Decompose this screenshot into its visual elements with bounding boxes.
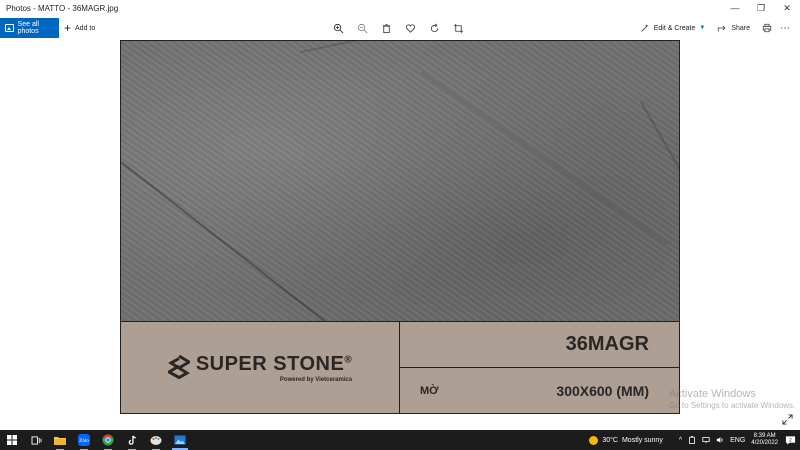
brand-logo-group: SUPER STONE® Powered by Vietceramics bbox=[167, 353, 352, 383]
stone-texture bbox=[121, 41, 679, 323]
sun-icon bbox=[589, 435, 599, 445]
taskbar: Zalo 30°C Mostly sunny ^ ENG 8:39 AM 4/2… bbox=[0, 430, 800, 450]
folder-icon bbox=[54, 437, 66, 445]
expand-button[interactable] bbox=[780, 412, 794, 426]
chevron-down-icon: ▼ bbox=[699, 25, 706, 31]
clock-date: 4/20/2022 bbox=[751, 440, 778, 446]
stone-vein bbox=[300, 41, 497, 53]
share-button[interactable]: Share bbox=[717, 23, 750, 33]
rotate-icon bbox=[430, 23, 439, 32]
product-size: 300X600 (MM) bbox=[556, 383, 649, 399]
crop-icon bbox=[453, 23, 464, 33]
right-tools: Edit & Create ▼ Share bbox=[640, 18, 772, 38]
brand-block: SUPER STONE® Powered by Vietceramics bbox=[121, 322, 400, 413]
zalo-icon: Zalo bbox=[78, 434, 90, 446]
title-bar: Photos - MATTO - 36MAGR.jpg — ❐ ✕ bbox=[0, 0, 800, 16]
share-label: Share bbox=[731, 24, 750, 32]
task-view-icon bbox=[31, 435, 41, 445]
add-to-label: Add to bbox=[75, 24, 96, 32]
notification-icon: 2 bbox=[785, 435, 795, 445]
svg-text:Zalo: Zalo bbox=[79, 438, 89, 444]
product-finish: MỜ bbox=[420, 385, 439, 397]
maximize-button[interactable]: ❐ bbox=[748, 0, 774, 16]
zoom-in-icon bbox=[333, 23, 344, 33]
weather-text: Mostly sunny bbox=[621, 436, 663, 444]
show-hidden-icons-chevron-icon[interactable]: ^ bbox=[679, 437, 682, 444]
see-all-photos-button[interactable]: See all photos bbox=[0, 18, 59, 38]
window-title: Photos - MATTO - 36MAGR.jpg bbox=[6, 3, 119, 13]
zoom-out-icon bbox=[357, 23, 368, 33]
print-button[interactable] bbox=[762, 23, 772, 33]
rotate-button[interactable] bbox=[426, 18, 443, 38]
start-button[interactable] bbox=[0, 430, 24, 450]
product-code: 36MAGR bbox=[400, 322, 679, 368]
favorite-button[interactable] bbox=[402, 18, 419, 38]
see-all-photos-label: See all photos bbox=[17, 21, 39, 35]
network-icon[interactable] bbox=[702, 436, 710, 444]
activate-subtitle: Go to Settings to activate Windows. bbox=[669, 401, 796, 410]
weather-widget[interactable]: 30°C Mostly sunny bbox=[589, 435, 663, 445]
delete-button[interactable] bbox=[378, 18, 395, 38]
zoom-out-button[interactable] bbox=[354, 18, 371, 38]
print-icon bbox=[762, 23, 772, 33]
product-label: SUPER STONE® Powered by Vietceramics 36M… bbox=[121, 321, 679, 413]
photo-image: SUPER STONE® Powered by Vietceramics 36M… bbox=[120, 40, 680, 414]
edit-create-icon bbox=[641, 24, 649, 32]
brand-text: SUPER STONE® Powered by Vietceramics bbox=[196, 353, 352, 383]
toolbar: See all photos + Add to Edit & Create ▼ bbox=[0, 16, 800, 40]
window-controls: — ❐ ✕ bbox=[722, 0, 800, 16]
notification-count: 2 bbox=[789, 437, 792, 443]
delete-icon bbox=[382, 23, 391, 33]
battery-icon[interactable] bbox=[688, 436, 696, 444]
photos-app-icon bbox=[174, 435, 186, 445]
file-explorer-button[interactable] bbox=[48, 430, 72, 450]
activate-windows-watermark: Activate Windows Go to Settings to activ… bbox=[669, 388, 795, 410]
favorite-icon bbox=[405, 23, 416, 33]
plus-icon: + bbox=[64, 21, 72, 35]
system-tray: 30°C Mostly sunny ^ ENG 8:39 AM 4/20/202… bbox=[589, 430, 800, 450]
more-options-button[interactable]: ⋯ bbox=[778, 18, 792, 38]
stone-vein bbox=[420, 71, 668, 245]
tiktok-button[interactable] bbox=[120, 430, 144, 450]
paint-palette-icon bbox=[150, 436, 162, 445]
chrome-icon bbox=[102, 434, 114, 446]
photos-app-button[interactable] bbox=[168, 430, 192, 450]
expand-icon bbox=[781, 413, 793, 425]
clock[interactable]: 8:39 AM 4/20/2022 bbox=[751, 433, 778, 447]
product-info: 36MAGR MỜ 300X600 (MM) bbox=[400, 322, 679, 413]
chrome-button[interactable] bbox=[96, 430, 120, 450]
notification-center-button[interactable]: 2 bbox=[784, 434, 796, 446]
crop-button[interactable] bbox=[450, 18, 467, 38]
brand-name: SUPER STONE® bbox=[195, 353, 353, 375]
edit-create-button[interactable]: Edit & Create ▼ bbox=[640, 23, 706, 33]
zoom-in-button[interactable] bbox=[330, 18, 347, 38]
windows-logo-icon bbox=[7, 435, 17, 445]
activate-title: Activate Windows bbox=[669, 388, 756, 400]
task-view-button[interactable] bbox=[24, 430, 48, 450]
close-button[interactable]: ✕ bbox=[774, 0, 800, 16]
image-tools bbox=[330, 18, 467, 38]
zalo-button[interactable]: Zalo bbox=[72, 430, 96, 450]
minimize-button[interactable]: — bbox=[722, 0, 748, 16]
clock-time: 8:39 AM bbox=[753, 433, 776, 439]
stone-vein bbox=[640, 101, 679, 172]
edit-create-label: Edit & Create bbox=[653, 24, 696, 32]
gallery-icon bbox=[5, 24, 14, 32]
share-icon bbox=[718, 25, 726, 32]
product-spec-row: MỜ 300X600 (MM) bbox=[400, 368, 679, 413]
input-language[interactable]: ENG bbox=[730, 437, 745, 444]
volume-icon[interactable] bbox=[716, 436, 724, 444]
stone-vein bbox=[121, 161, 327, 323]
super-stone-logo-icon bbox=[167, 355, 190, 380]
tiktok-icon bbox=[128, 435, 136, 445]
add-to-button[interactable]: + Add to bbox=[64, 18, 95, 38]
weather-temp: 30°C bbox=[602, 436, 618, 444]
brand-subtitle: Powered by Vietceramics bbox=[279, 377, 353, 383]
paint-button[interactable] bbox=[144, 430, 168, 450]
image-viewer[interactable]: SUPER STONE® Powered by Vietceramics 36M… bbox=[0, 40, 800, 430]
